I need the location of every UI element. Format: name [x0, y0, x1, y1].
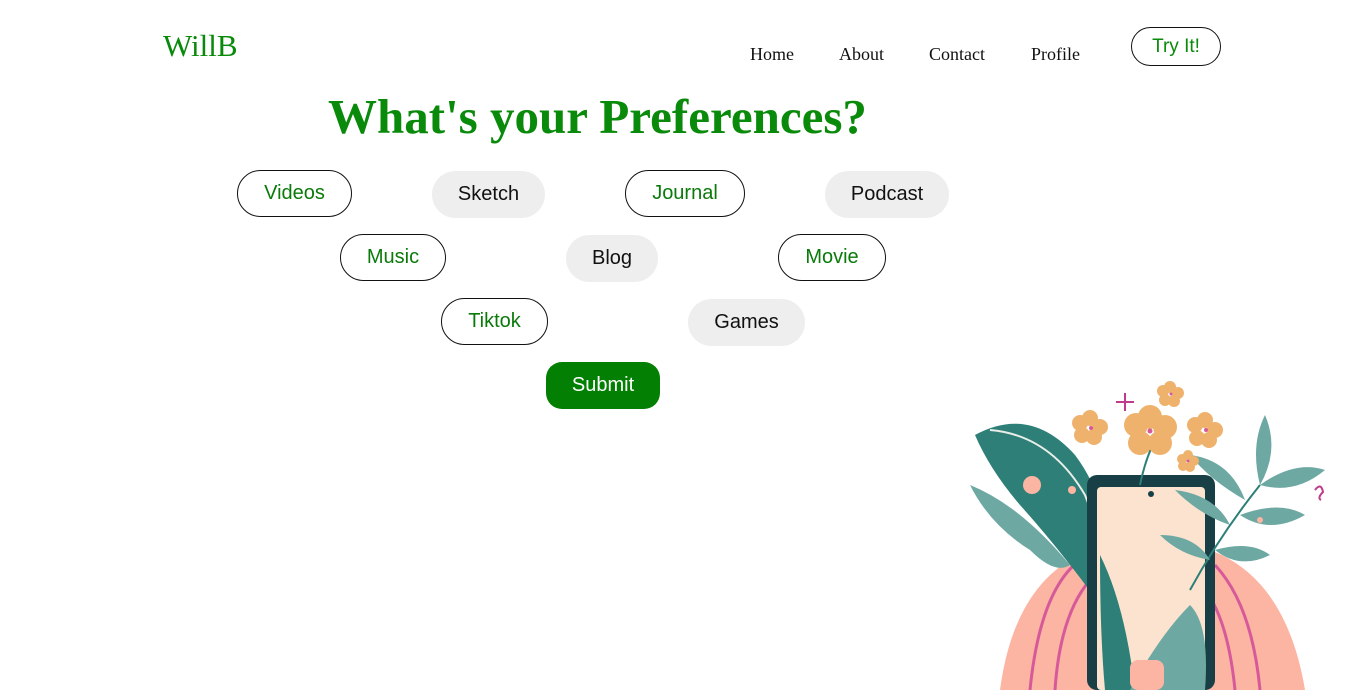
submit-button[interactable]: Submit	[546, 362, 660, 409]
option-blog[interactable]: Blog	[566, 235, 658, 282]
try-it-button[interactable]: Try It!	[1131, 27, 1221, 66]
option-tiktok[interactable]: Tiktok	[441, 298, 548, 345]
option-games[interactable]: Games	[688, 299, 805, 346]
option-movie[interactable]: Movie	[778, 234, 886, 281]
option-videos[interactable]: Videos	[237, 170, 352, 217]
option-sketch[interactable]: Sketch	[432, 171, 545, 218]
option-journal[interactable]: Journal	[625, 170, 745, 217]
nav-home[interactable]: Home	[750, 45, 794, 63]
option-podcast[interactable]: Podcast	[825, 171, 949, 218]
logo[interactable]: WillB	[163, 30, 238, 61]
page-title: What's your Preferences?	[328, 89, 867, 144]
nav-about[interactable]: About	[839, 45, 884, 63]
option-music[interactable]: Music	[340, 234, 446, 281]
phone-flowers-illustration	[970, 381, 1325, 690]
nav-contact[interactable]: Contact	[929, 45, 985, 63]
nav-profile[interactable]: Profile	[1031, 45, 1080, 63]
